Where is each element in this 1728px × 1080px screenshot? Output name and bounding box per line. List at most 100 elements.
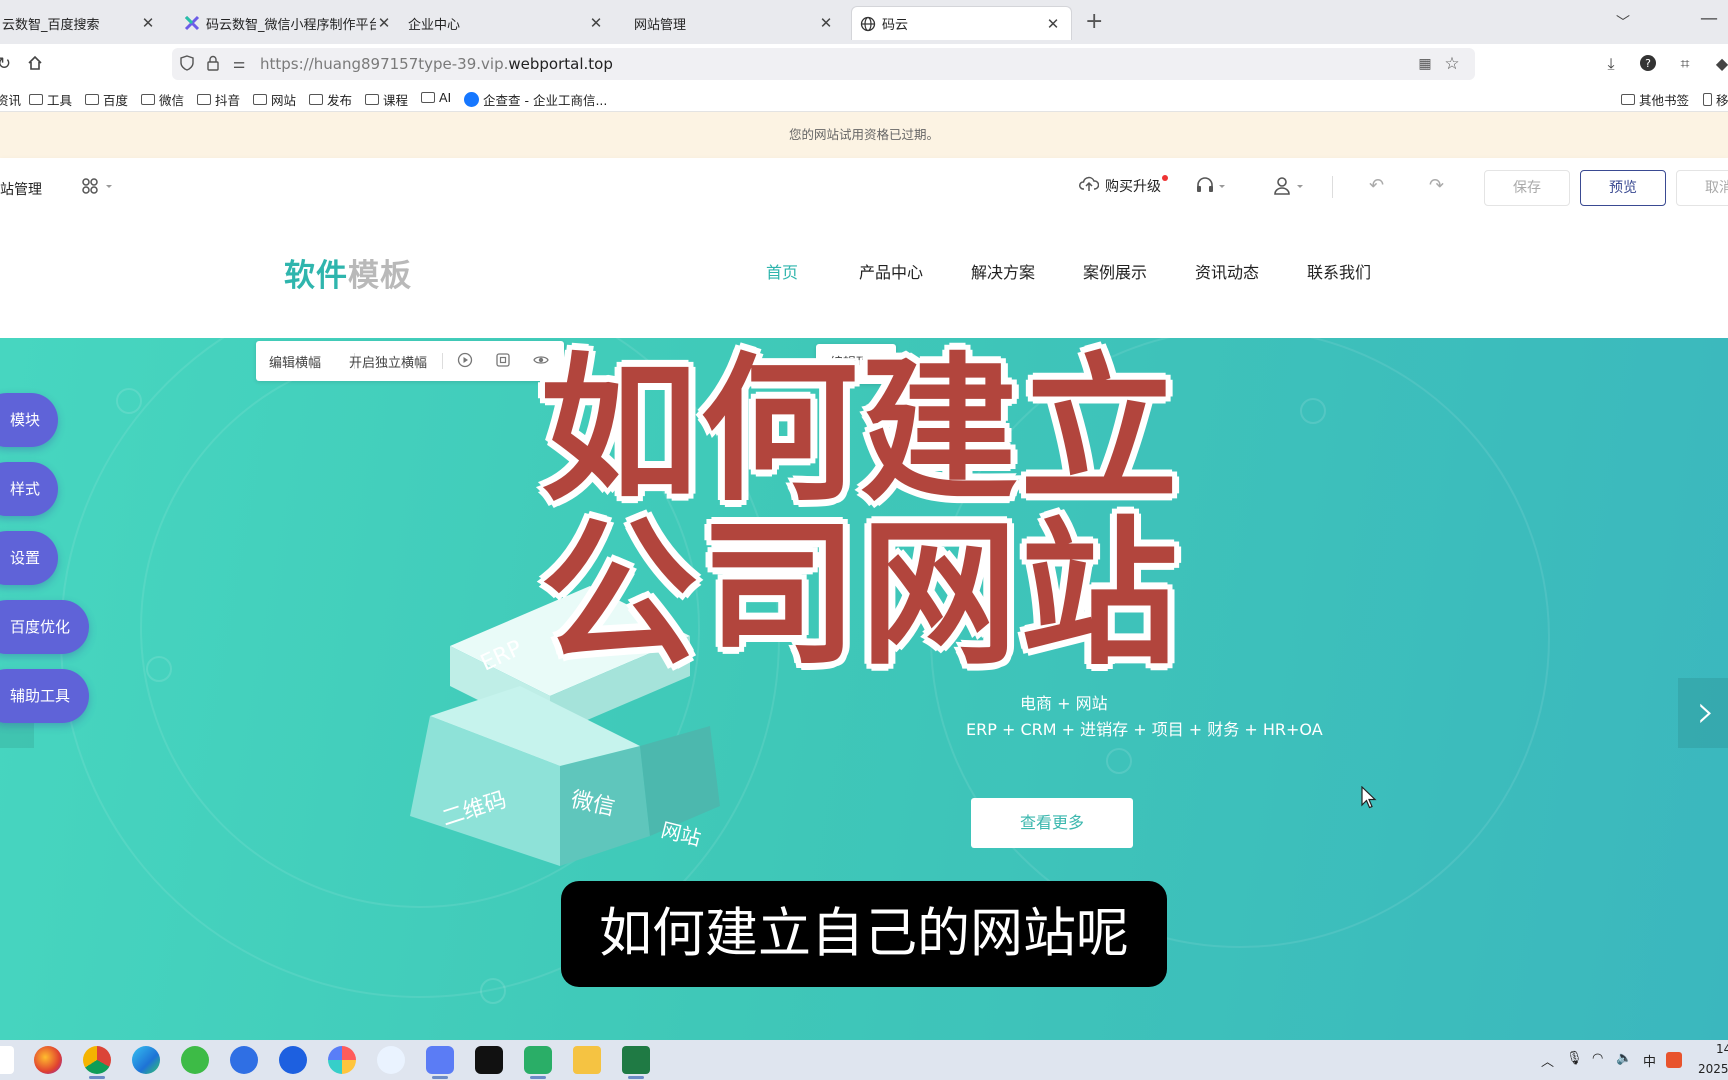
bookmark-folder-other[interactable]: 其他书签	[1621, 90, 1689, 109]
tab-close-icon[interactable]: ✕	[588, 14, 604, 32]
support-menu[interactable]	[1195, 176, 1227, 196]
independent-banner-button[interactable]: 开启独立横幅	[349, 352, 427, 371]
site-settings-icon[interactable]: ⚌	[230, 55, 248, 73]
notes-app-icon[interactable]	[426, 1046, 454, 1074]
user-menu[interactable]	[1273, 176, 1305, 196]
side-module-button[interactable]: 模块	[0, 393, 58, 447]
side-tools-button[interactable]: 辅助工具	[0, 669, 89, 723]
site-logo[interactable]: 软件模板	[284, 250, 412, 295]
bookmark-folder[interactable]: 课程	[365, 90, 408, 109]
tab-enterprise-center[interactable]: 企业中心 ✕	[400, 6, 614, 40]
apps-grid-icon[interactable]	[82, 177, 122, 197]
svg-text:?: ?	[1645, 57, 1651, 70]
chrome-icon[interactable]	[83, 1046, 111, 1074]
nav-contact[interactable]: 联系我们	[1307, 259, 1371, 283]
tab-title: 码云	[882, 18, 909, 33]
tab-site-management[interactable]: 网站管理 ✕	[626, 6, 844, 40]
chevron-right-icon[interactable]: ›	[1678, 678, 1728, 748]
bookmark-mobile[interactable]: 移	[1703, 90, 1728, 109]
side-seo-button[interactable]: 百度优化	[0, 600, 89, 654]
clock-time[interactable]: 14	[1716, 1042, 1728, 1056]
qr-code-icon[interactable]: ▦	[1416, 55, 1434, 73]
chevron-down-icon[interactable]: ﹀	[1616, 12, 1630, 32]
color-app-icon[interactable]	[328, 1046, 356, 1074]
tab-close-icon[interactable]: ✕	[376, 14, 392, 32]
active-indicator	[432, 1076, 448, 1079]
folder-icon	[141, 94, 155, 105]
crop-icon[interactable]: ⌗	[1675, 54, 1695, 74]
bookmark-label: 工具	[47, 93, 73, 108]
sogou-icon[interactable]	[230, 1046, 258, 1074]
microphone-icon[interactable]: 🎙	[1566, 1051, 1583, 1066]
bookmark-folder[interactable]: 微信	[141, 90, 184, 109]
download-icon[interactable]: ⤓	[1601, 54, 1621, 74]
decor-dot	[1300, 398, 1326, 424]
tab-close-icon[interactable]: ✕	[1045, 15, 1061, 33]
redo-icon[interactable]: ↷	[1429, 175, 1444, 196]
bookmark-folder[interactable]: 百度	[85, 90, 128, 109]
preview-button[interactable]: 预览	[1580, 170, 1666, 206]
save-button[interactable]: 保存	[1484, 170, 1570, 206]
bookmark-folder[interactable]: 网站	[253, 90, 296, 109]
excel-icon[interactable]	[622, 1046, 650, 1074]
edge-icon[interactable]	[132, 1046, 160, 1074]
nav-products[interactable]: 产品中心	[859, 259, 923, 283]
upgrade-button[interactable]: 购买升级	[1079, 175, 1168, 196]
globe-icon	[860, 16, 876, 31]
bookmark-label: 抖音	[215, 93, 241, 108]
nav-solutions[interactable]: 解决方案	[971, 259, 1035, 283]
help-icon[interactable]: ?	[1638, 54, 1658, 74]
tray-chevron-up-icon[interactable]: ︿	[1541, 1051, 1554, 1070]
tab-mayun-platform[interactable]: 码云数智_微信小程序制作平台 ✕	[176, 6, 390, 40]
firefox-icon[interactable]	[34, 1046, 62, 1074]
bookmark-folder[interactable]: 抖音	[197, 90, 240, 109]
url-field[interactable]: ⚌ https://huang897157type-39.vip.webport…	[172, 48, 1475, 80]
shield-icon[interactable]	[178, 55, 196, 73]
address-toolbar: ↻ ⚌ https://huang897157type-39.vip.webpo…	[0, 44, 1728, 84]
url-text: https://huang897157type-39.vip.webportal…	[260, 55, 613, 73]
extensions-icon[interactable]: ◆	[1712, 54, 1728, 74]
bookmark-star-icon[interactable]: ☆	[1443, 55, 1461, 73]
volume-icon[interactable]: 🔈	[1616, 1051, 1632, 1066]
bookmark-item[interactable]: 资讯	[0, 90, 21, 109]
clock-date[interactable]: 2025	[1698, 1062, 1728, 1076]
file-icon[interactable]	[0, 1046, 14, 1074]
edit-banner-button[interactable]: 编辑横幅	[269, 352, 321, 371]
window-minimize-icon[interactable]: —	[1700, 8, 1718, 29]
flower-app-icon[interactable]	[377, 1046, 405, 1074]
wechat-icon[interactable]	[524, 1046, 552, 1074]
bookmark-qcc[interactable]: 企查查 - 企业工商信...	[464, 90, 607, 109]
view-more-button[interactable]: 查看更多	[971, 798, 1133, 848]
folder-app-icon[interactable]	[573, 1046, 601, 1074]
reload-icon[interactable]: ↻	[0, 54, 14, 74]
nav-cases[interactable]: 案例展示	[1083, 259, 1147, 283]
bookmark-folder[interactable]: AI	[421, 90, 451, 105]
bookmark-folder[interactable]: 发布	[309, 90, 352, 109]
side-style-button[interactable]: 样式	[0, 462, 58, 516]
qq-icon[interactable]	[475, 1046, 503, 1074]
bookmark-label: 网站	[271, 93, 297, 108]
tab-mayun-active[interactable]: 码云 ✕	[851, 6, 1072, 40]
lock-icon[interactable]	[204, 55, 222, 73]
nav-home[interactable]: 首页	[766, 259, 798, 283]
bookmark-folder[interactable]: 工具	[29, 90, 72, 109]
home-icon[interactable]	[25, 54, 45, 74]
sogou-input-icon[interactable]	[1666, 1052, 1682, 1068]
play-icon[interactable]	[457, 352, 473, 368]
site-manage-link[interactable]: 网站管理	[0, 179, 42, 199]
cancel-button[interactable]: 取消	[1676, 170, 1728, 206]
input-language[interactable]: 中	[1643, 1051, 1656, 1070]
new-tab-plus-icon[interactable]: +	[1085, 10, 1103, 34]
undo-icon[interactable]: ↶	[1369, 175, 1384, 196]
nav-news[interactable]: 资讯动态	[1195, 259, 1259, 283]
wifi-icon[interactable]: ◠	[1592, 1051, 1603, 1066]
tab-baidu-search[interactable]: 云数智_百度搜索 ✕	[0, 6, 166, 40]
tab-close-icon[interactable]: ✕	[818, 14, 834, 32]
browser-green-icon[interactable]	[181, 1046, 209, 1074]
tab-close-icon[interactable]: ✕	[140, 14, 156, 32]
search-app-icon[interactable]	[279, 1046, 307, 1074]
side-settings-button[interactable]: 设置	[0, 531, 58, 585]
url-domain: webportal.top	[508, 55, 613, 73]
frame-icon[interactable]	[495, 352, 511, 368]
folder-icon	[29, 94, 43, 105]
